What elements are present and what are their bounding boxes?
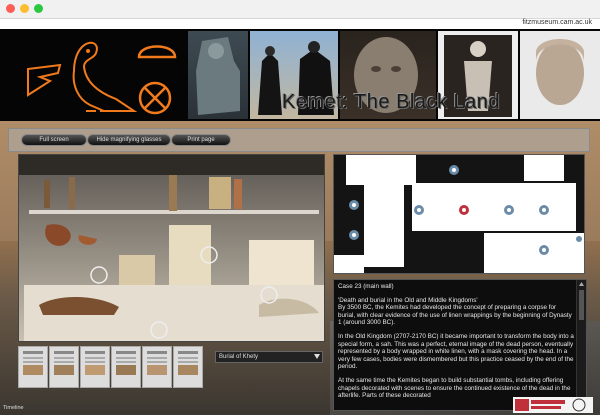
bread-glyph-icon: [137, 45, 177, 59]
thumbnail-item[interactable]: [142, 346, 172, 388]
address-bar[interactable]: fitzmuseum.cam.ac.uk: [0, 19, 600, 29]
case-paragraph-2: In the Old Kingdom (2707-2170 BC) it bec…: [338, 332, 574, 371]
browser-window: fitzmuseum.cam.ac.uk Kemet: The Black La…: [0, 0, 600, 415]
hide-magnifying-glasses-button[interactable]: Hide magnifying glasses: [87, 134, 171, 146]
url-text: fitzmuseum.cam.ac.uk: [522, 19, 592, 26]
case-heading: Case 23 (main wall): [338, 283, 394, 290]
case-description-panel[interactable]: Case 23 (main wall) 'Death and burial in…: [333, 279, 587, 411]
case-description-body: Case 23 (main wall) 'Death and burial in…: [338, 283, 574, 406]
thumbnail-item[interactable]: [111, 346, 141, 388]
portrait-head-photo: [520, 31, 600, 119]
floor-map-plan: [334, 155, 584, 273]
maximize-window-button[interactable]: [34, 4, 43, 13]
thumbnail-item[interactable]: [80, 346, 110, 388]
partner-logos: [513, 397, 593, 413]
minimize-window-button[interactable]: [20, 4, 29, 13]
case-selector-dropdown[interactable]: Burial of Khety: [215, 351, 323, 363]
print-page-button[interactable]: Print page: [171, 134, 231, 146]
placenta-glyph-icon: [138, 81, 172, 115]
case-selector-value: Burial of Khety: [219, 354, 259, 360]
toolbar: Full screen Hide magnifying glasses Prin…: [8, 128, 590, 152]
text-panel-scrollbar[interactable]: [576, 280, 586, 410]
chevron-down-icon: [314, 354, 320, 359]
thumbnail-item[interactable]: [49, 346, 79, 388]
banner-title: Kemet: The Black Land: [282, 91, 501, 113]
full-screen-button[interactable]: Full screen: [21, 134, 87, 146]
floor-map[interactable]: Funerary displays: [333, 154, 585, 274]
window-titlebar: [0, 0, 600, 19]
page-thumbnails: [18, 346, 213, 390]
thumbnail-item[interactable]: [173, 346, 203, 388]
vulture-glyph-icon: [72, 41, 138, 112]
display-case-image: [19, 155, 324, 341]
seated-statue-photo: [188, 31, 248, 119]
site-content: Kemet: The Black Land Full screen Hide m…: [0, 29, 600, 415]
case-paragraph-1: 'Death and burial in the Old and Middle …: [338, 296, 572, 327]
timeline-label[interactable]: Timeline: [3, 405, 24, 411]
banner: Kemet: The Black Land: [0, 29, 600, 121]
map-section-label: Funerary displays: [416, 187, 503, 199]
close-window-button[interactable]: [6, 4, 15, 13]
main-area: Full screen Hide magnifying glasses Prin…: [0, 121, 600, 415]
display-case-viewer[interactable]: [18, 154, 325, 342]
thumbnail-item[interactable]: [18, 346, 48, 388]
